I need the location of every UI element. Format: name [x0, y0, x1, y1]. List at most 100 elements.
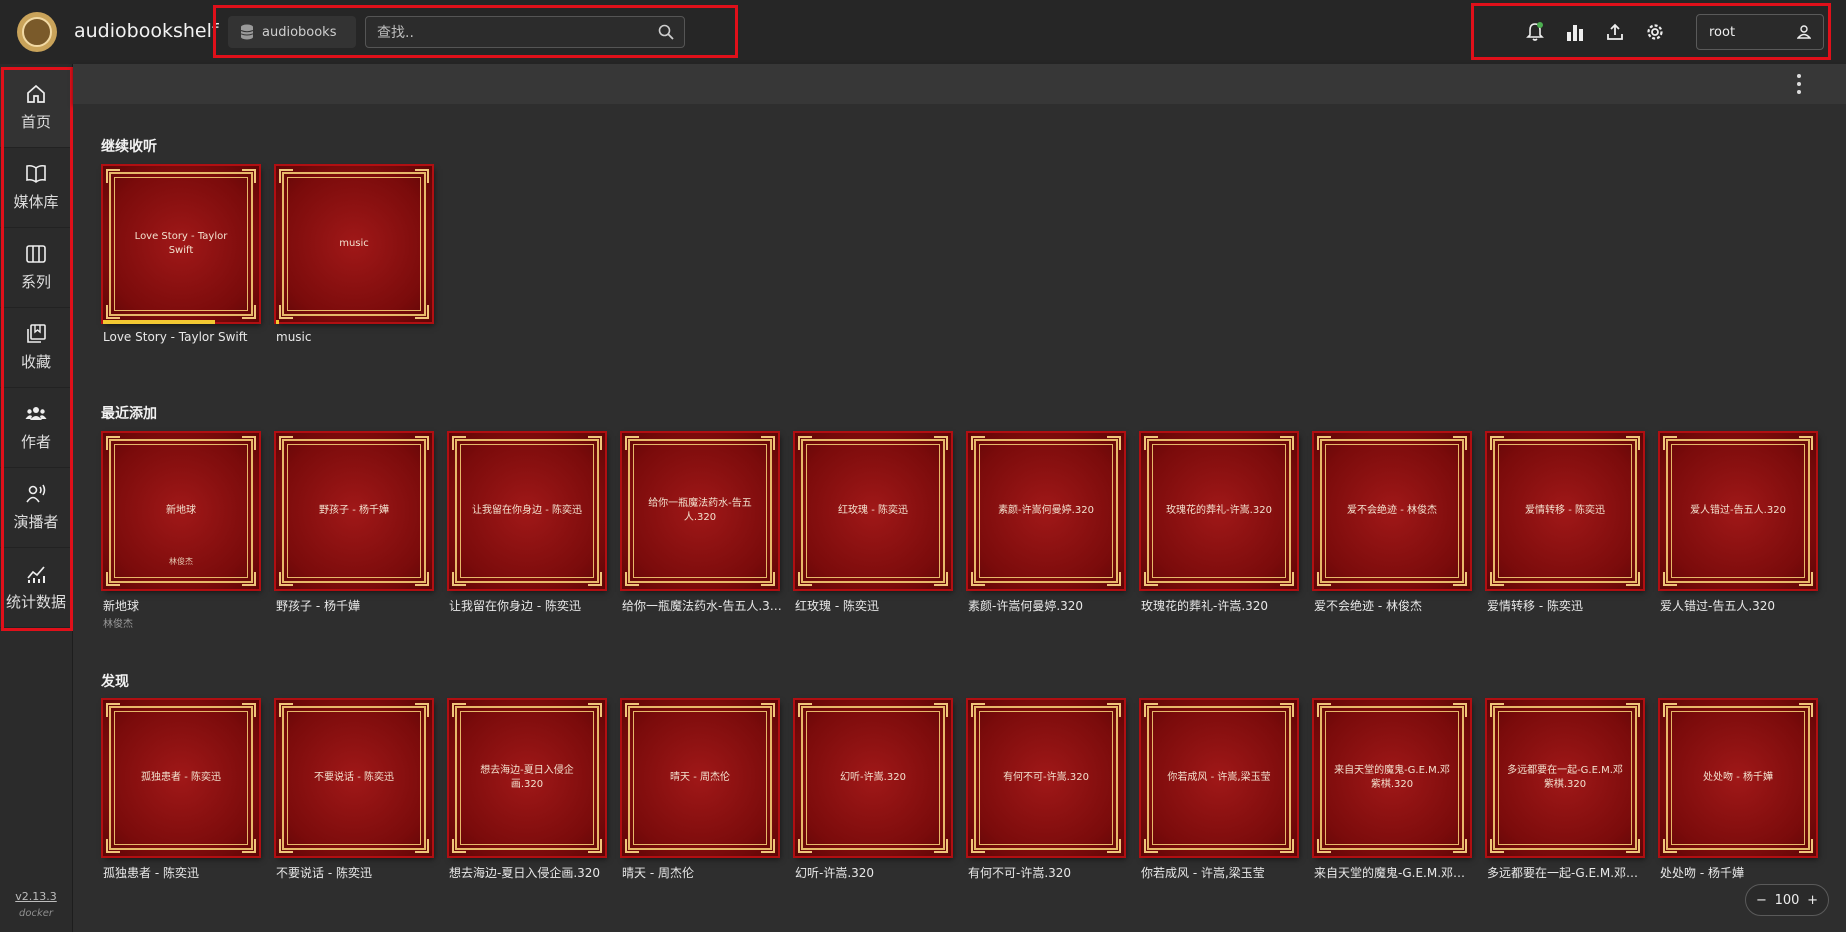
cover-title: 晴天 - 周杰伦 [670, 772, 730, 783]
book-cover[interactable]: 爱人错过-告五人.320 [1660, 433, 1816, 589]
book-cover[interactable]: 不要说话 - 陈奕迅 [276, 700, 432, 856]
book-title[interactable]: 幻听-许嵩.320 [795, 864, 955, 881]
cover-title: 你若成风 - 许嵩,梁玉莹 [1167, 772, 1271, 783]
book-title[interactable]: 不要说话 - 陈奕迅 [276, 864, 436, 881]
book-title[interactable]: 野孩子 - 杨千嬅 [276, 597, 436, 614]
book-card[interactable]: 有何不可-许嵩.320 有何不可-许嵩.320 [968, 700, 1124, 900]
book-title[interactable]: 爱情转移 - 陈奕迅 [1487, 597, 1647, 614]
book-cover[interactable]: 野孩子 - 杨千嬅 [276, 433, 432, 589]
book-cover[interactable]: 素颜-许嵩何曼婷.320 [968, 433, 1124, 589]
book-title[interactable]: 玫瑰花的葬礼-许嵩.320 [1141, 597, 1301, 614]
book-cover[interactable]: 你若成风 - 许嵩,梁玉莹 [1141, 700, 1297, 856]
book-title[interactable]: music [276, 330, 436, 344]
app-title[interactable]: audiobookshelf [74, 20, 219, 42]
book-card[interactable]: 素颜-许嵩何曼婷.320 素颜-许嵩何曼婷.320 [968, 433, 1124, 633]
book-card[interactable]: 多远都要在一起-G.E.M.邓紫棋.320 多远都要在一起-G.E.M.邓紫棋.3… [1487, 700, 1647, 900]
book-card[interactable]: 孤独患者 - 陈奕迅 孤独患者 - 陈奕迅 [103, 700, 259, 900]
shelf-title: 发现 [101, 674, 129, 690]
book-title[interactable]: 新地球 [103, 597, 263, 614]
book-cover[interactable]: 爱情转移 - 陈奕迅 [1487, 433, 1643, 589]
book-author[interactable]: 林俊杰 [103, 615, 133, 630]
book-card[interactable]: music music [276, 166, 432, 366]
book-cover[interactable]: 想去海边-夏日入侵企画.320 [449, 700, 605, 856]
book-card[interactable]: 你若成风 - 许嵩,梁玉莹 你若成风 - 许嵩,梁玉莹 [1141, 700, 1297, 900]
book-title[interactable]: 处处吻 - 杨千嬅 [1660, 864, 1820, 881]
zoom-control[interactable]: − 100 + [1745, 884, 1829, 916]
cover-title: 想去海边-夏日入侵企画.320 [480, 765, 574, 790]
book-cover[interactable]: music [276, 166, 432, 324]
book-cover[interactable]: 孤独患者 - 陈奕迅 [103, 700, 259, 856]
book-card[interactable]: 玫瑰花的葬礼-许嵩.320 玫瑰花的葬礼-许嵩.320 [1141, 433, 1297, 633]
book-card[interactable]: Love Story - Taylor Swift Love Story - Ta… [103, 166, 259, 366]
cover-title: 野孩子 - 杨千嬅 [319, 505, 389, 516]
book-card[interactable]: 来自天堂的魔鬼-G.E.M.邓紫棋.320 来自天堂的魔鬼-G.E.M.邓紫棋.3… [1314, 700, 1474, 900]
highlight-search-region [213, 5, 738, 58]
zoom-value: 100 [1774, 892, 1800, 908]
version-link[interactable]: v2.13.3 [0, 890, 72, 903]
book-cover[interactable]: 红玫瑰 - 陈奕迅 [795, 433, 951, 589]
book-title[interactable]: 来自天堂的魔鬼-G.E.M.邓紫棋.320 [1314, 864, 1474, 881]
book-cover[interactable]: 给你一瓶魔法药水-告五人.320 [622, 433, 778, 589]
book-card[interactable]: 晴天 - 周杰伦 晴天 - 周杰伦 [622, 700, 778, 900]
book-card[interactable]: 不要说话 - 陈奕迅 不要说话 - 陈奕迅 [276, 700, 432, 900]
book-title[interactable]: 给你一瓶魔法药水-告五人.320 [622, 597, 782, 614]
highlight-toolbar-region [1471, 3, 1831, 60]
zoom-out-button[interactable]: − [1756, 893, 1767, 908]
book-title[interactable]: 有何不可-许嵩.320 [968, 864, 1128, 881]
cover-title: music [339, 238, 369, 249]
cover-title: 玫瑰花的葬礼-许嵩.320 [1166, 505, 1272, 516]
book-title[interactable]: 爱不会绝迹 - 林俊杰 [1314, 597, 1474, 614]
book-cover[interactable]: 处处吻 - 杨千嬅 [1660, 700, 1816, 856]
cover-author: 林俊杰 [169, 557, 193, 566]
progress-bar [103, 320, 216, 324]
book-cover[interactable]: 有何不可-许嵩.320 [968, 700, 1124, 856]
more-options-icon[interactable] [1796, 74, 1802, 94]
cover-title: 处处吻 - 杨千嬅 [1703, 772, 1773, 783]
toolbar [73, 64, 1846, 104]
cover-title: 让我留在你身边 - 陈奕迅 [472, 505, 582, 516]
book-cover[interactable]: 来自天堂的魔鬼-G.E.M.邓紫棋.320 [1314, 700, 1470, 856]
book-title[interactable]: 爱人错过-告五人.320 [1660, 597, 1820, 614]
build-label: docker [18, 908, 54, 919]
book-card[interactable]: 爱人错过-告五人.320 爱人错过-告五人.320 [1660, 433, 1816, 633]
book-cover[interactable]: 爱不会绝迹 - 林俊杰 [1314, 433, 1470, 589]
book-card[interactable]: 想去海边-夏日入侵企画.320 想去海边-夏日入侵企画.320 [449, 700, 605, 900]
book-title[interactable]: Love Story - Taylor Swift [103, 330, 263, 344]
cover-title: 孤独患者 - 陈奕迅 [141, 772, 221, 783]
book-title[interactable]: 晴天 - 周杰伦 [622, 864, 782, 881]
cover-title: 爱情转移 - 陈奕迅 [1525, 505, 1605, 516]
zoom-in-button[interactable]: + [1807, 893, 1818, 908]
book-card[interactable]: 野孩子 - 杨千嬅 野孩子 - 杨千嬅 [276, 433, 432, 633]
book-card[interactable]: 给你一瓶魔法药水-告五人.320 给你一瓶魔法药水-告五人.320 [622, 433, 782, 633]
progress-bar [276, 320, 280, 324]
book-title[interactable]: 让我留在你身边 - 陈奕迅 [449, 597, 609, 614]
app-logo[interactable] [17, 12, 57, 52]
book-cover[interactable]: 晴天 - 周杰伦 [622, 700, 778, 856]
book-cover[interactable]: Love Story - Taylor Swift [103, 166, 259, 324]
book-title[interactable]: 多远都要在一起-G.E.M.邓紫棋.320 [1487, 864, 1647, 881]
book-card[interactable]: 处处吻 - 杨千嬅 处处吻 - 杨千嬅 [1660, 700, 1816, 900]
book-cover[interactable]: 玫瑰花的葬礼-许嵩.320 [1141, 433, 1297, 589]
book-title[interactable]: 孤独患者 - 陈奕迅 [103, 864, 263, 881]
cover-title: 给你一瓶魔法药水-告五人.320 [648, 498, 752, 523]
book-cover[interactable]: 让我留在你身边 - 陈奕迅 [449, 433, 605, 589]
book-cover[interactable]: 幻听-许嵩.320 [795, 700, 951, 856]
cover-title: 素颜-许嵩何曼婷.320 [998, 505, 1094, 516]
highlight-sidebar-region [1, 67, 73, 631]
book-card[interactable]: 幻听-许嵩.320 幻听-许嵩.320 [795, 700, 951, 900]
book-card[interactable]: 爱情转移 - 陈奕迅 爱情转移 - 陈奕迅 [1487, 433, 1643, 633]
book-card[interactable]: 红玫瑰 - 陈奕迅 红玫瑰 - 陈奕迅 [795, 433, 951, 633]
book-cover[interactable]: 新地球 林俊杰 [103, 433, 259, 589]
book-title[interactable]: 素颜-许嵩何曼婷.320 [968, 597, 1128, 614]
book-title[interactable]: 红玫瑰 - 陈奕迅 [795, 597, 955, 614]
book-title[interactable]: 想去海边-夏日入侵企画.320 [449, 864, 609, 881]
book-cover[interactable]: 多远都要在一起-G.E.M.邓紫棋.320 [1487, 700, 1643, 856]
book-card[interactable]: 新地球 林俊杰 新地球 林俊杰 [103, 433, 259, 633]
cover-title: 爱不会绝迹 - 林俊杰 [1347, 505, 1437, 516]
book-card[interactable]: 爱不会绝迹 - 林俊杰 爱不会绝迹 - 林俊杰 [1314, 433, 1470, 633]
cover-title: 有何不可-许嵩.320 [1003, 772, 1089, 783]
cover-title: 来自天堂的魔鬼-G.E.M.邓紫棋.320 [1334, 765, 1450, 790]
book-card[interactable]: 让我留在你身边 - 陈奕迅 让我留在你身边 - 陈奕迅 [449, 433, 605, 633]
book-title[interactable]: 你若成风 - 许嵩,梁玉莹 [1141, 864, 1301, 881]
shelf-title: 继续收听 [101, 139, 157, 155]
